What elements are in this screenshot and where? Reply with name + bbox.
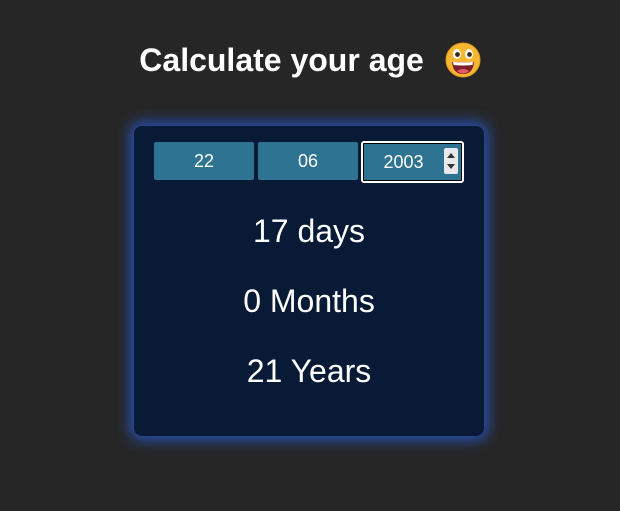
days-result: 17 days <box>252 213 366 249</box>
day-input[interactable]: 22 <box>154 142 254 180</box>
year-input-value: 2003 <box>383 152 424 172</box>
grinning-face-emoji-icon <box>445 42 481 78</box>
page: Calculate your age 22 06 2003 17 days 0 … <box>0 0 620 511</box>
stepper-up-icon[interactable] <box>447 153 455 158</box>
page-title: Calculate your age <box>0 38 620 82</box>
month-input[interactable]: 06 <box>258 142 358 180</box>
months-result: 0 Months <box>243 283 375 319</box>
age-calculator-card: 22 06 2003 17 days 0 Months 21 Years <box>134 126 484 436</box>
years-result: 21 Years <box>246 353 372 389</box>
birthdate-inputs: 22 06 2003 <box>154 141 464 183</box>
stepper-down-icon[interactable] <box>447 164 455 169</box>
year-input[interactable]: 2003 <box>361 141 464 183</box>
year-stepper[interactable] <box>444 148 458 174</box>
title-text: Calculate your age <box>139 42 424 78</box>
